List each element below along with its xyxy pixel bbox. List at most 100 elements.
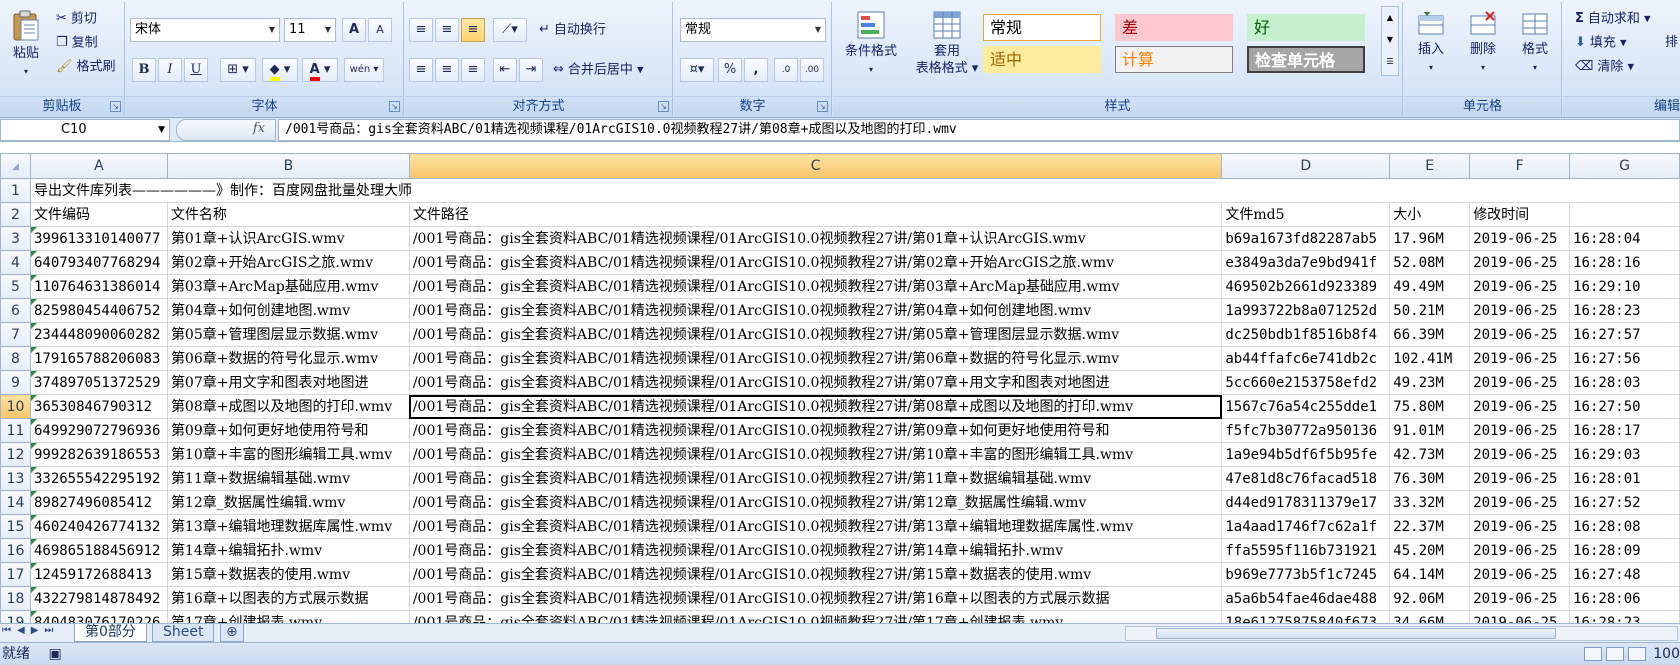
dialog-launcher-icon[interactable]: ↘ — [110, 101, 121, 112]
row-header[interactable]: 6 — [0, 298, 31, 323]
decrease-decimal-button[interactable]: .00 — [800, 58, 824, 82]
tab-scroll-buttons[interactable]: ⏮◀▶⏭ — [2, 625, 59, 636]
row-header[interactable]: 18 — [0, 586, 31, 611]
cell-f6[interactable]: 2019-06-25 — [1469, 298, 1571, 323]
column-header-c[interactable]: C — [408, 153, 1223, 179]
cell-f2[interactable]: 修改时间 — [1469, 202, 1571, 227]
row-header[interactable]: 5 — [0, 274, 31, 299]
cell-g16[interactable]: 16:28:09 — [1569, 538, 1680, 563]
format-button[interactable]: 格式 ▾ — [1510, 10, 1560, 76]
cell-f15[interactable]: 2019-06-25 — [1469, 514, 1571, 539]
name-box[interactable]: C10 ▼ — [0, 119, 170, 141]
cell-c10[interactable]: /001号商品：gis全套资料ABC/01精选视频课程/01ArcGIS10.0… — [408, 394, 1223, 419]
row-header[interactable]: 4 — [0, 250, 31, 275]
row-header[interactable]: 1 — [0, 178, 31, 203]
cell-c17[interactable]: /001号商品：gis全套资料ABC/01精选视频课程/01ArcGIS10.0… — [408, 562, 1223, 587]
cell-b19[interactable]: 第17章+创建报表.wmv — [166, 610, 410, 623]
format-painter-button[interactable]: 🖌 格式刷 — [56, 56, 116, 78]
column-header-d[interactable]: D — [1221, 153, 1391, 179]
align-top-button[interactable]: ≡ — [409, 18, 433, 42]
formula-input[interactable]: /001号商品：gis全套资料ABC/01精选视频课程/01ArcGIS10.0… — [278, 119, 1680, 141]
cell-d9[interactable]: 5cc660e2153758efd2 — [1221, 370, 1391, 395]
dialog-launcher-icon[interactable]: ↘ — [389, 101, 400, 112]
cell-a8[interactable]: 179165788206083 — [29, 346, 168, 371]
percent-button[interactable]: % — [718, 58, 742, 82]
cell-a18[interactable]: 432279814878492 — [29, 586, 168, 611]
font-size-combo[interactable]: 11 ▼ — [284, 18, 336, 42]
row-header[interactable]: 12 — [0, 442, 31, 467]
cell-c3[interactable]: /001号商品：gis全套资料ABC/01精选视频课程/01ArcGIS10.0… — [408, 226, 1223, 251]
cell-d4[interactable]: e3849a3da7e9bd941f — [1221, 250, 1391, 275]
cell-g5[interactable]: 16:29:10 — [1569, 274, 1680, 299]
cell-b5[interactable]: 第03章+ArcMap基础应用.wmv — [166, 274, 410, 299]
cell-g15[interactable]: 16:28:08 — [1569, 514, 1680, 539]
cell-a5[interactable]: 110764631386014 — [29, 274, 168, 299]
increase-indent-button[interactable]: ⇥ — [519, 58, 543, 82]
cell-a1[interactable]: 导出文件库列表——————》制作：百度网盘批量处理大师 — [29, 178, 1680, 203]
cell-b12[interactable]: 第10章+丰富的图形编辑工具.wmv — [166, 442, 410, 467]
cell-b17[interactable]: 第15章+数据表的使用.wmv — [166, 562, 410, 587]
cell-a14[interactable]: 89827496085412 — [29, 490, 168, 515]
cell-c18[interactable]: /001号商品：gis全套资料ABC/01精选视频课程/01ArcGIS10.0… — [408, 586, 1223, 611]
column-header-b[interactable]: B — [166, 153, 410, 179]
cell-c19[interactable]: /001号商品：gis全套资料ABC/01精选视频课程/01ArcGIS10.0… — [408, 610, 1223, 623]
cell-e19[interactable]: 34.66M — [1389, 610, 1471, 623]
cell-a3[interactable]: 399613310140077 — [29, 226, 168, 251]
cell-d6[interactable]: 1a993722b8a071252d — [1221, 298, 1391, 323]
insert-function-button[interactable]: fx — [176, 119, 276, 141]
cell-g3[interactable]: 16:28:04 — [1569, 226, 1680, 251]
cell-g11[interactable]: 16:28:17 — [1569, 418, 1680, 443]
cell-e9[interactable]: 49.23M — [1389, 370, 1471, 395]
cell-c2[interactable]: 文件路径 — [408, 202, 1223, 227]
cell-e6[interactable]: 50.21M — [1389, 298, 1471, 323]
row-header[interactable]: 15 — [0, 514, 31, 539]
cell-b14[interactable]: 第12章_数据属性编辑.wmv — [166, 490, 410, 515]
chevron-down-icon[interactable]: ▼ — [811, 19, 825, 41]
cell-b11[interactable]: 第09章+如何更好地使用符号和 — [166, 418, 410, 443]
phonetic-button[interactable]: wén ▾ — [344, 58, 384, 82]
prev-sheet-icon[interactable]: ◀ — [17, 625, 31, 636]
first-sheet-icon[interactable]: ⏮ — [2, 625, 17, 636]
clear-button[interactable]: ⌫ 清除 ▾ — [1575, 56, 1634, 78]
cell-g9[interactable]: 16:28:03 — [1569, 370, 1680, 395]
cell-a19[interactable]: 840483076170226 — [29, 610, 168, 623]
cell-g4[interactable]: 16:28:16 — [1569, 250, 1680, 275]
cell-b4[interactable]: 第02章+开始ArcGIS之旅.wmv — [166, 250, 410, 275]
cell-g7[interactable]: 16:27:57 — [1569, 322, 1680, 347]
comma-button[interactable]: , — [744, 58, 768, 82]
cell-e12[interactable]: 42.73M — [1389, 442, 1471, 467]
cell-d16[interactable]: ffa5595f116b731921 — [1221, 538, 1391, 563]
row-header[interactable]: 17 — [0, 562, 31, 587]
font-color-button[interactable]: A ▾ — [302, 58, 338, 82]
cell-c13[interactable]: /001号商品：gis全套资料ABC/01精选视频课程/01ArcGIS10.0… — [408, 466, 1223, 491]
chevron-down-icon[interactable]: ▼ — [321, 19, 335, 41]
cell-a16[interactable]: 469865188456912 — [29, 538, 168, 563]
row-header[interactable]: 7 — [0, 322, 31, 347]
cell-c11[interactable]: /001号商品：gis全套资料ABC/01精选视频课程/01ArcGIS10.0… — [408, 418, 1223, 443]
cell-g6[interactable]: 16:28:23 — [1569, 298, 1680, 323]
cell-f5[interactable]: 2019-06-25 — [1469, 274, 1571, 299]
cell-f3[interactable]: 2019-06-25 — [1469, 226, 1571, 251]
scroll-thumb[interactable] — [1156, 628, 1556, 639]
cell-f10[interactable]: 2019-06-25 — [1469, 394, 1571, 419]
cell-b8[interactable]: 第06章+数据的符号化显示.wmv — [166, 346, 410, 371]
cell-e15[interactable]: 22.37M — [1389, 514, 1471, 539]
cell-d14[interactable]: d44ed9178311379e17 — [1221, 490, 1391, 515]
cell-b13[interactable]: 第11章+数据编辑基础.wmv — [166, 466, 410, 491]
cell-g8[interactable]: 16:27:56 — [1569, 346, 1680, 371]
paste-button[interactable]: 粘贴 ▾ — [6, 10, 46, 80]
row-header[interactable]: 11 — [0, 418, 31, 443]
cell-a15[interactable]: 460240426774132 — [29, 514, 168, 539]
cell-f4[interactable]: 2019-06-25 — [1469, 250, 1571, 275]
cell-c12[interactable]: /001号商品：gis全套资料ABC/01精选视频课程/01ArcGIS10.0… — [408, 442, 1223, 467]
cell-a7[interactable]: 234448090060282 — [29, 322, 168, 347]
currency-button[interactable]: ¤▾ — [680, 58, 714, 82]
cell-e13[interactable]: 76.30M — [1389, 466, 1471, 491]
worksheet-grid[interactable]: ◢ A B C D E F G 1 导出文件库列表——————》制作：百度网盘批量… — [0, 153, 1680, 623]
cell-g12[interactable]: 16:29:03 — [1569, 442, 1680, 467]
align-bottom-button[interactable]: ≡ — [461, 18, 485, 42]
zoom-level[interactable]: 100 — [1653, 643, 1680, 665]
align-middle-button[interactable]: ≡ — [435, 18, 459, 42]
decrease-indent-button[interactable]: ⇤ — [493, 58, 517, 82]
cell-f16[interactable]: 2019-06-25 — [1469, 538, 1571, 563]
